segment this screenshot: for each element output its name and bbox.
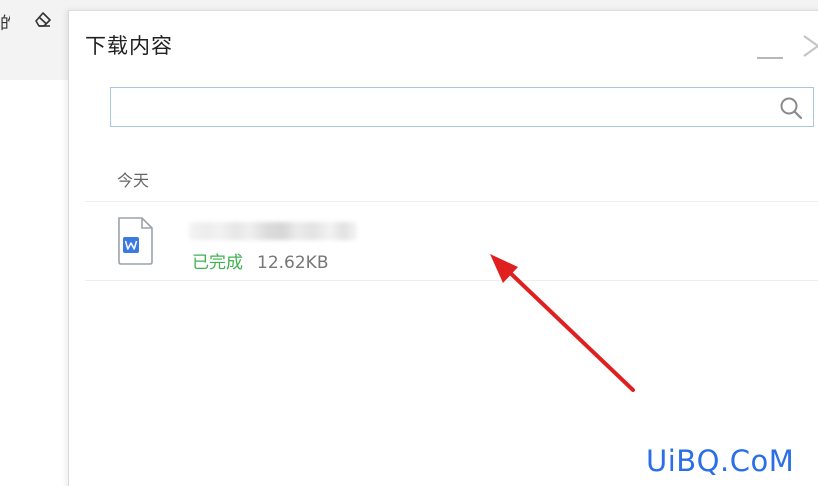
download-status-row: 已完成 12.62KB xyxy=(192,248,328,273)
background-page-area xyxy=(0,80,68,486)
downloads-panel: 下载内容 今天 已完成 12.62KB xyxy=(68,10,818,486)
close-icon[interactable] xyxy=(801,33,818,59)
status-badge: 已完成 xyxy=(192,253,243,273)
search-input[interactable] xyxy=(119,92,773,124)
file-name-blurred xyxy=(189,222,357,240)
search-icon[interactable] xyxy=(779,96,803,120)
panel-title: 下载内容 xyxy=(85,34,173,58)
background-toolbar-text: 的 xyxy=(0,14,10,34)
group-label-today: 今天 xyxy=(117,171,150,190)
list-divider xyxy=(85,280,818,281)
screenshot-root: 的 下载内容 今天 已完成 12.62KB UiBQ.CoM xyxy=(0,0,818,486)
word-document-icon xyxy=(115,216,155,266)
minimize-icon[interactable] xyxy=(757,41,783,61)
watermark: UiBQ.CoM xyxy=(646,444,795,478)
search-box[interactable] xyxy=(110,87,814,127)
download-item[interactable]: 已完成 12.62KB xyxy=(85,202,818,280)
file-size: 12.62KB xyxy=(257,253,329,273)
eraser-icon[interactable] xyxy=(32,8,54,30)
